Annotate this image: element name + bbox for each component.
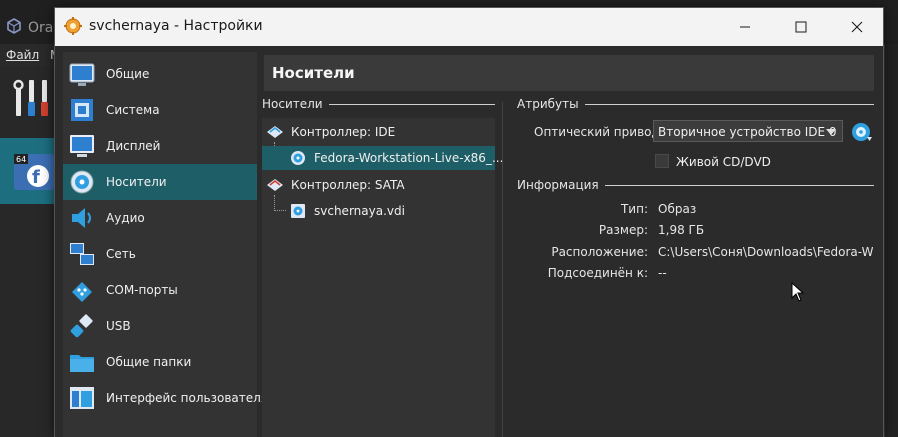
choose-disk-icon[interactable] bbox=[851, 121, 873, 143]
sidebar-item-display[interactable]: Дисплей bbox=[63, 128, 257, 164]
controller-ide[interactable]: Контроллер: IDE bbox=[262, 120, 495, 144]
optical-drive-select[interactable]: Вторичное устройство IDE 0 bbox=[653, 120, 843, 142]
info-attached-value: -- bbox=[658, 266, 667, 280]
user-interface-icon bbox=[68, 384, 96, 412]
menu-file[interactable]: Файл bbox=[6, 48, 39, 62]
sidebar-item-network[interactable]: Сеть bbox=[63, 236, 257, 272]
sidebar-item-label: Аудио bbox=[106, 211, 145, 225]
network-icon bbox=[68, 240, 96, 268]
ide-controller-icon bbox=[266, 124, 284, 140]
svg-text:64: 64 bbox=[16, 155, 26, 164]
general-icon bbox=[68, 60, 96, 88]
manager-details-edge bbox=[884, 44, 898, 437]
info-type-key: Тип: bbox=[620, 202, 648, 216]
settings-gear-icon bbox=[63, 16, 83, 36]
page-title: Носители bbox=[272, 64, 355, 82]
serial-port-icon bbox=[68, 276, 96, 304]
sidebar-item-user-interface[interactable]: Интерфейс пользователя bbox=[63, 380, 268, 416]
info-location-value: C:\Users\Соня\Downloads\Fedora-W... bbox=[658, 245, 873, 259]
settings-dialog: svchernaya - Настройки Общие Система Дис… bbox=[54, 7, 884, 437]
storage-tree[interactable]: Контроллер: IDE Fedora-Workstation-Live-… bbox=[262, 118, 503, 437]
sidebar-item-label: USB bbox=[106, 319, 131, 333]
tools-icon[interactable] bbox=[12, 76, 52, 120]
device-label: Fedora-Workstation-Live-x86_... bbox=[314, 151, 504, 165]
info-type-value: Образ bbox=[658, 202, 697, 216]
screen: Ora Файл М 64 f svchernaya - bbox=[0, 0, 898, 437]
storage-group-label: Носители bbox=[262, 97, 329, 111]
sidebar-item-label: Интерфейс пользователя bbox=[106, 391, 269, 405]
sidebar-item-label: Общие папки bbox=[106, 355, 192, 369]
minimize-button[interactable] bbox=[717, 8, 773, 46]
info-location-key: Расположение: bbox=[551, 245, 648, 259]
information-group-label: Информация bbox=[517, 178, 605, 192]
device-optical[interactable]: Fedora-Workstation-Live-x86_... bbox=[262, 146, 503, 170]
device-label: svchernaya.vdi bbox=[314, 204, 405, 218]
info-attached-key: Подсоединён к: bbox=[547, 266, 648, 280]
sidebar-item-label: Дисплей bbox=[106, 139, 161, 153]
optical-drive-label: Оптический привод: bbox=[534, 125, 664, 139]
sidebar-item-label: Общие bbox=[106, 67, 150, 81]
fedora-vm-icon: 64 f bbox=[12, 150, 56, 194]
sidebar-item-system[interactable]: Система bbox=[63, 92, 257, 128]
close-button[interactable] bbox=[829, 8, 885, 46]
maximize-icon bbox=[795, 21, 807, 33]
controller-label: Контроллер: IDE bbox=[291, 125, 396, 139]
sidebar-item-serial-ports[interactable]: COM-порты bbox=[63, 272, 257, 308]
sidebar-item-label: Сеть bbox=[106, 247, 136, 261]
maximize-button[interactable] bbox=[773, 8, 829, 46]
svg-text:f: f bbox=[32, 167, 40, 188]
hard-disk-icon bbox=[289, 203, 307, 219]
chevron-down-icon bbox=[826, 129, 836, 135]
sidebar-item-label: Носители bbox=[106, 175, 167, 189]
shared-folder-icon bbox=[68, 348, 96, 376]
sidebar-item-label: Система bbox=[106, 103, 160, 117]
controller-sata[interactable]: Контроллер: SATA bbox=[262, 173, 495, 197]
settings-sidebar: Общие Система Дисплей Носители Аудио Сет… bbox=[63, 52, 268, 437]
dialog-title: svchernaya - Настройки bbox=[89, 18, 263, 34]
sidebar-item-shared-folders[interactable]: Общие папки bbox=[63, 344, 257, 380]
sata-controller-icon bbox=[266, 177, 284, 193]
live-cd-label[interactable]: Живой CD/DVD bbox=[676, 155, 771, 169]
optical-disc-icon bbox=[289, 150, 307, 166]
live-cd-checkbox[interactable] bbox=[655, 154, 669, 168]
close-icon bbox=[851, 21, 863, 33]
manager-sidebar bbox=[0, 66, 60, 437]
sidebar-item-audio[interactable]: Аудио bbox=[63, 200, 257, 236]
display-icon bbox=[68, 132, 96, 160]
controller-label: Контроллер: SATA bbox=[291, 178, 405, 192]
system-icon bbox=[68, 96, 96, 124]
page-header: Носители bbox=[264, 55, 874, 91]
attributes-group-label: Атрибуты bbox=[517, 97, 585, 111]
storage-icon bbox=[68, 168, 96, 196]
info-size-value: 1,98 ГБ bbox=[658, 223, 705, 237]
device-hard-disk[interactable]: svchernaya.vdi bbox=[262, 199, 495, 223]
details-scroll-area bbox=[875, 102, 883, 437]
usb-icon bbox=[68, 312, 96, 340]
minimize-icon bbox=[740, 26, 750, 28]
dialog-titlebar[interactable]: svchernaya - Настройки bbox=[55, 8, 883, 46]
sidebar-item-usb[interactable]: USB bbox=[63, 308, 257, 344]
optical-drive-value: Вторичное устройство IDE 0 bbox=[658, 125, 837, 139]
sidebar-item-general[interactable]: Общие bbox=[63, 56, 257, 92]
virtualbox-logo-icon bbox=[6, 18, 22, 38]
audio-icon bbox=[68, 204, 96, 232]
manager-title: Ora bbox=[28, 20, 54, 36]
sidebar-item-storage[interactable]: Носители bbox=[63, 164, 257, 200]
mouse-cursor-icon bbox=[791, 281, 805, 302]
sidebar-item-label: COM-порты bbox=[106, 283, 178, 297]
info-size-key: Размер: bbox=[598, 223, 648, 237]
